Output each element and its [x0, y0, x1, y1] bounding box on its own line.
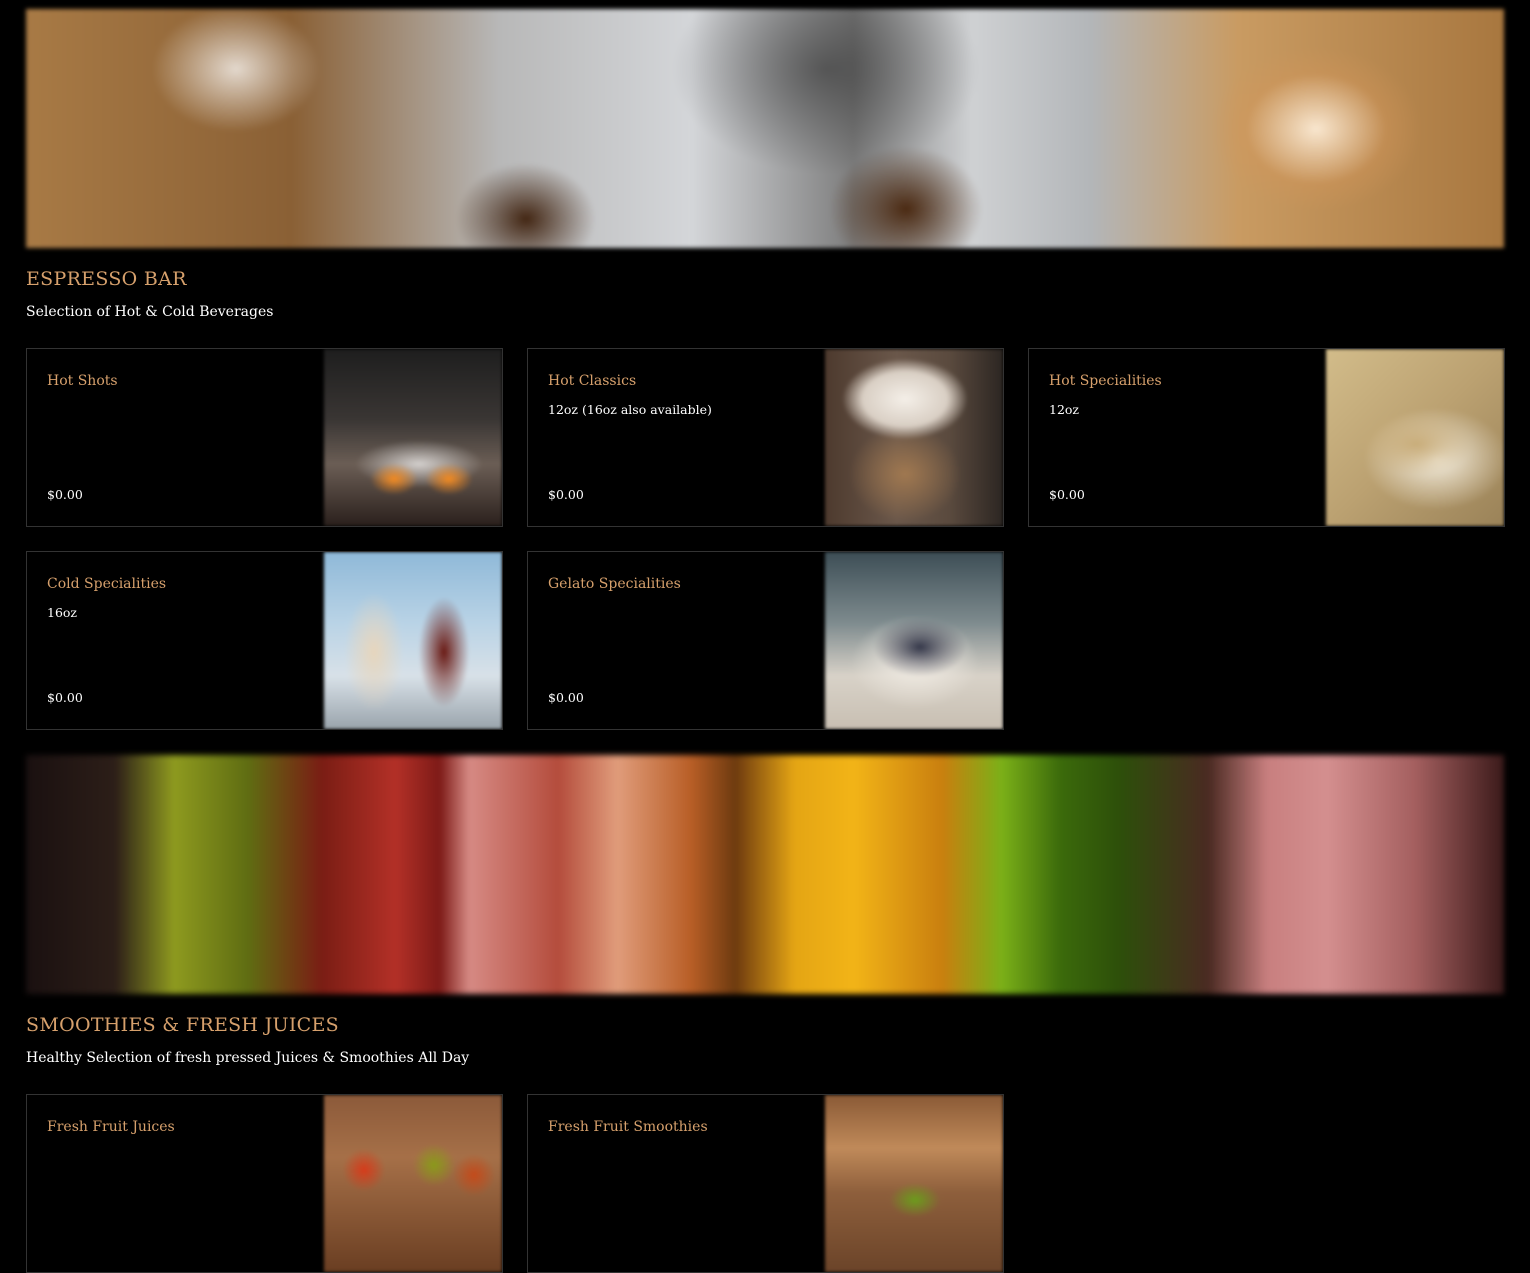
menu-item-description: 12oz (16oz also available): [548, 402, 712, 417]
smoothies-juices-banner-image: [26, 755, 1504, 994]
menu-item-price: $0.00: [548, 487, 584, 502]
fresh-fruit-smoothies-photo[interactable]: [825, 1095, 1003, 1272]
menu-item-price: $0.00: [1049, 487, 1085, 502]
hot-specialities-photo[interactable]: [1326, 349, 1504, 526]
menu-item-card-gelato-specialities[interactable]: Gelato Specialities $0.00: [527, 551, 1004, 730]
menu-item-name[interactable]: Cold Specialities: [47, 576, 166, 592]
menu-item-name[interactable]: Hot Shots: [47, 373, 118, 389]
hot-classics-photo[interactable]: [825, 349, 1003, 526]
menu-item-price: $0.00: [548, 690, 584, 705]
menu-item-card-hot-specialities[interactable]: Hot Specialities 12oz $0.00: [1028, 348, 1505, 527]
section-subtitle-espresso-bar: Selection of Hot & Cold Beverages: [26, 304, 274, 320]
menu-item-description: 12oz: [1049, 402, 1080, 417]
section-subtitle-smoothies-juices: Healthy Selection of fresh pressed Juice…: [26, 1050, 470, 1066]
menu-item-price: $0.00: [47, 487, 83, 502]
section-title-smoothies-juices: SMOOTHIES & FRESH JUICES: [26, 1014, 339, 1036]
menu-item-name[interactable]: Fresh Fruit Smoothies: [548, 1119, 708, 1135]
gelato-specialities-photo[interactable]: [825, 552, 1003, 729]
menu-item-price: $0.00: [47, 690, 83, 705]
smoothies-juices-item-grid: Fresh Fruit Juices Fresh Fruit Smoothies: [26, 1094, 1504, 1273]
menu-item-description: 16oz: [47, 605, 78, 620]
espresso-bar-item-grid: Hot Shots $0.00 Hot Classics 12oz (16oz …: [26, 348, 1505, 730]
menu-item-name[interactable]: Fresh Fruit Juices: [47, 1119, 175, 1135]
menu-item-card-fresh-fruit-juices[interactable]: Fresh Fruit Juices: [26, 1094, 503, 1273]
section-title-espresso-bar: ESPRESSO BAR: [26, 268, 187, 290]
menu-page: ESPRESSO BAR Selection of Hot & Cold Bev…: [26, 9, 1505, 1273]
menu-item-card-fresh-fruit-smoothies[interactable]: Fresh Fruit Smoothies: [527, 1094, 1004, 1273]
menu-item-card-cold-specialities[interactable]: Cold Specialities 16oz $0.00: [26, 551, 503, 730]
menu-item-name[interactable]: Hot Classics: [548, 373, 636, 389]
menu-item-card-hot-classics[interactable]: Hot Classics 12oz (16oz also available) …: [527, 348, 1004, 527]
espresso-bar-banner-image: [26, 9, 1504, 248]
menu-item-name[interactable]: Hot Specialities: [1049, 373, 1162, 389]
hot-shots-photo[interactable]: [324, 349, 502, 526]
cold-specialities-photo[interactable]: [324, 552, 502, 729]
menu-item-name[interactable]: Gelato Specialities: [548, 576, 681, 592]
menu-item-card-hot-shots[interactable]: Hot Shots $0.00: [26, 348, 503, 527]
fresh-fruit-juices-photo[interactable]: [324, 1095, 502, 1272]
